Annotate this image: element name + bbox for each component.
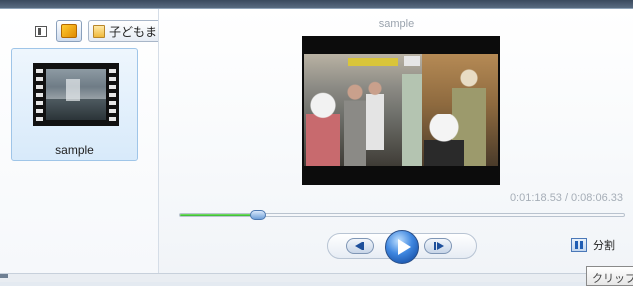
seek-handle[interactable]: [250, 210, 266, 220]
video-person-hat: [306, 92, 340, 166]
view-toggle-button[interactable]: [32, 20, 50, 42]
time-separator: /: [564, 192, 568, 204]
video-preview[interactable]: [302, 36, 500, 185]
preview-title: sample: [378, 18, 415, 30]
previous-frame-button[interactable]: [346, 238, 374, 254]
transport-controls: [327, 230, 477, 264]
seek-progress: [180, 214, 258, 216]
photo-button[interactable]: [56, 20, 82, 42]
video-post: [402, 74, 424, 166]
status-strip-shade: [0, 274, 8, 278]
timecode: 0:01:18.53/0:08:06.33: [510, 192, 623, 204]
folder-icon: [93, 24, 105, 38]
current-time: 0:01:18.53: [509, 192, 562, 204]
video-person-front: [424, 114, 464, 166]
preview-pane: sample 0:01:18.53/0:08:06.33 分割: [158, 9, 633, 273]
video-person-mid: [344, 82, 366, 166]
next-frame-button[interactable]: [424, 238, 452, 254]
library-toolbar: 子どもま: [0, 9, 164, 47]
video-person-back: [366, 80, 384, 150]
film-sprocket-right: [109, 65, 116, 124]
clip-thumbnail: [46, 69, 106, 120]
view-toggle-icon: [35, 25, 47, 37]
tooltip: クリップ: [586, 266, 633, 286]
video-sign: [348, 58, 398, 66]
clip-library-pane: 子どもま sample: [0, 9, 164, 273]
film-sprocket-left: [36, 65, 43, 124]
photo-icon: [61, 24, 77, 38]
clip-name: sample: [55, 143, 94, 157]
status-strip-line: [0, 273, 633, 274]
status-strip: [0, 273, 633, 282]
folder-button-label: 子どもま: [109, 24, 158, 39]
video-frame-image: [304, 54, 498, 166]
seek-bar[interactable]: [179, 210, 625, 220]
window-title-bar: [0, 0, 633, 9]
folder-button[interactable]: 子どもま: [88, 20, 164, 42]
play-button[interactable]: [385, 230, 419, 264]
clip-tile-sample[interactable]: sample: [11, 48, 138, 161]
split-label: 分割: [593, 240, 615, 252]
split-button[interactable]: 分割: [571, 235, 615, 255]
split-icon: [571, 238, 587, 252]
total-time: 0:08:06.33: [571, 192, 623, 204]
film-strip-icon: [33, 63, 119, 126]
video-sign-white: [404, 56, 420, 66]
